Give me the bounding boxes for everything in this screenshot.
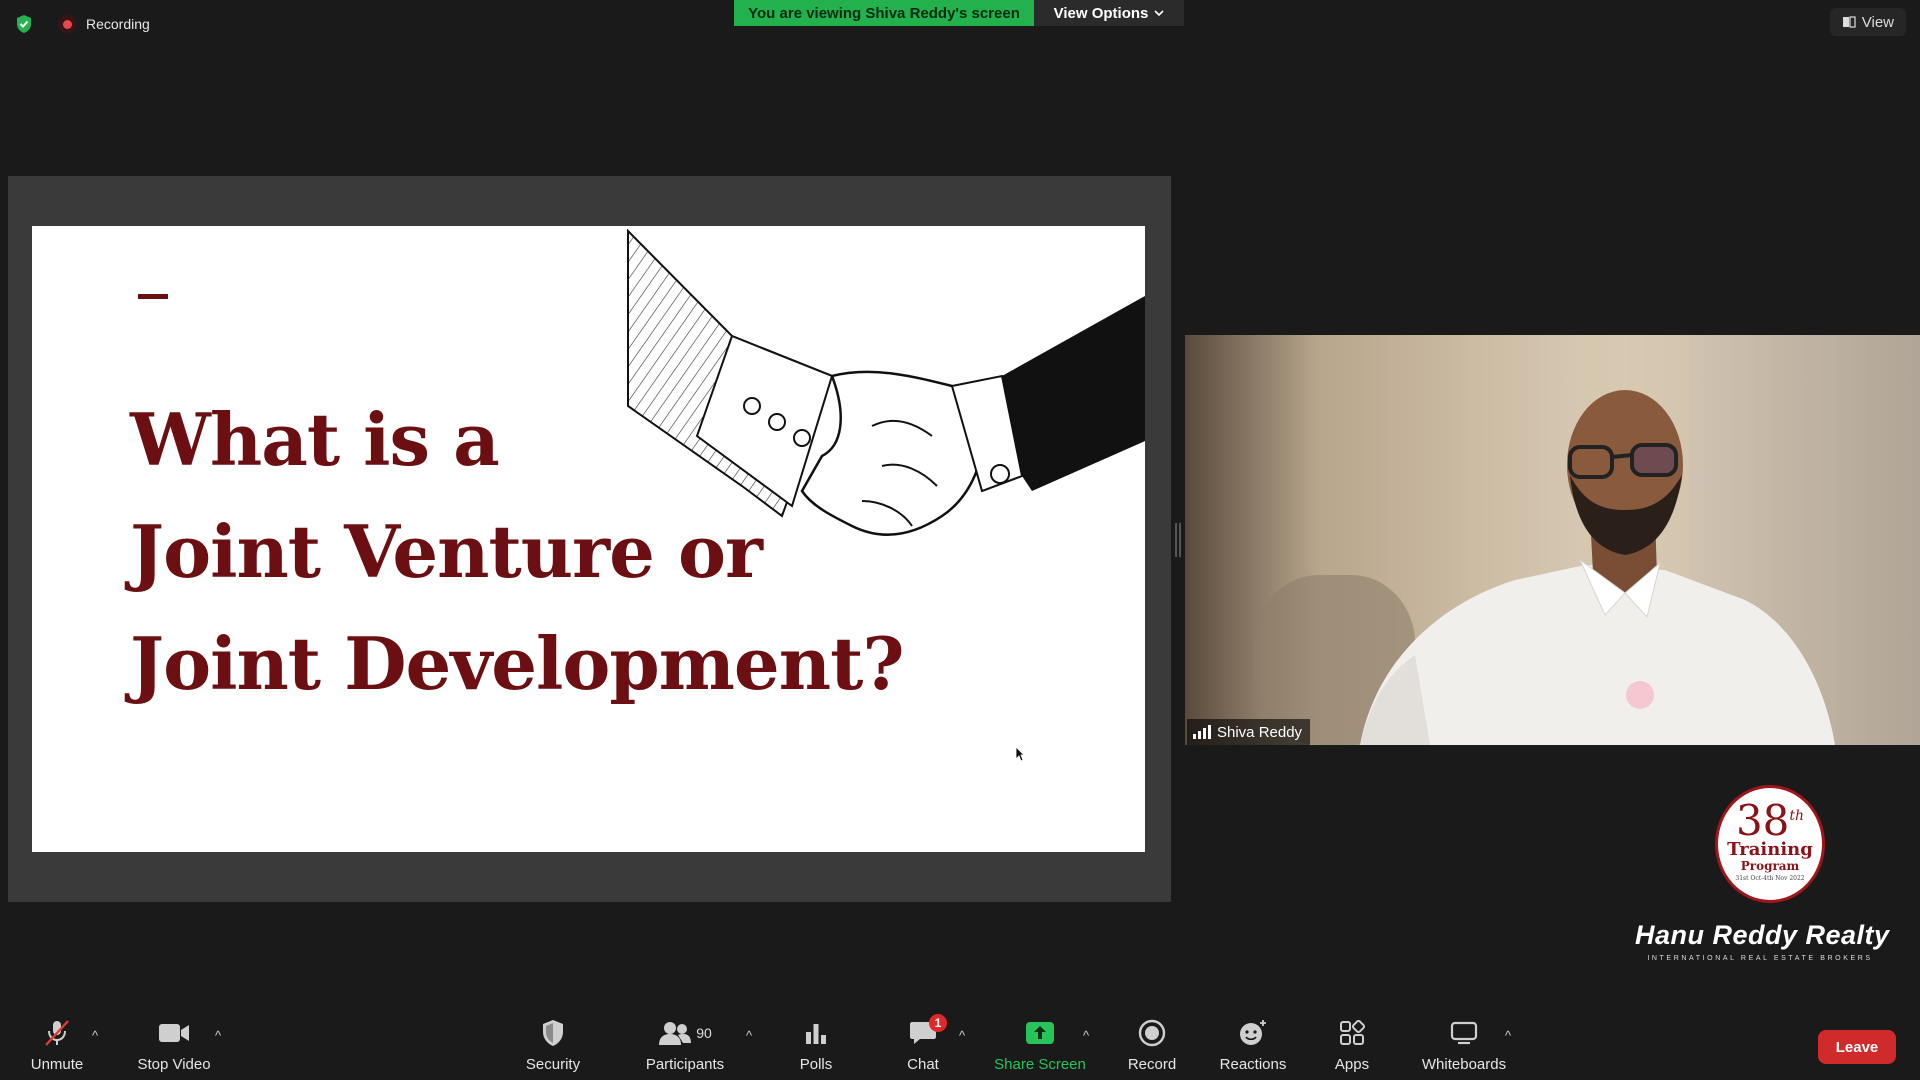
reactions-icon xyxy=(1238,1018,1268,1048)
participant-video[interactable]: Shiva Reddy xyxy=(1185,335,1920,745)
participant-figure xyxy=(1360,390,1835,745)
participants-icon: 90 xyxy=(658,1018,712,1048)
whiteboard-icon xyxy=(1450,1018,1478,1048)
slide-dash xyxy=(138,294,168,299)
slide-title-line-3: Joint Development? xyxy=(130,621,905,706)
stop-video-button[interactable]: Stop Video xyxy=(132,1018,216,1076)
record-label: Record xyxy=(1127,1056,1177,1073)
apps-label: Apps xyxy=(1334,1056,1370,1073)
participants-label: Participants xyxy=(645,1056,725,1073)
record-button[interactable]: Record xyxy=(1126,1018,1178,1076)
chat-button[interactable]: 1 Chat xyxy=(903,1014,947,1076)
view-label: View xyxy=(1861,13,1894,31)
view-options-button[interactable]: View Options xyxy=(1034,0,1184,26)
view-options-label: View Options xyxy=(1053,4,1149,22)
resize-handle[interactable] xyxy=(1175,523,1181,557)
chat-label: Chat xyxy=(907,1056,939,1073)
participants-button[interactable]: 90 Participants xyxy=(640,1018,730,1076)
recording-label[interactable]: Recording xyxy=(86,16,150,32)
reactions-button[interactable]: Reactions xyxy=(1218,1018,1288,1076)
seal-dates: 31st Oct-4th Nov 2022 xyxy=(1735,875,1805,882)
polls-label: Polls xyxy=(799,1056,833,1073)
company-logo: 38th Training Program 31st Oct-4th Nov 2… xyxy=(1635,785,1890,970)
brand-tagline: INTERNATIONAL REAL ESTATE BROKERS xyxy=(1647,955,1873,962)
security-shield-icon xyxy=(541,1018,565,1048)
reactions-label: Reactions xyxy=(1219,1056,1287,1073)
seal-line-1: Training xyxy=(1727,839,1813,860)
whiteboards-options-caret[interactable]: ^ xyxy=(1505,1028,1511,1043)
view-icon xyxy=(1842,16,1856,28)
share-options-caret[interactable]: ^ xyxy=(1083,1028,1089,1043)
unmute-button[interactable]: Unmute xyxy=(22,1018,92,1076)
brand-name: Hanu Reddy Realty xyxy=(1635,920,1890,950)
whiteboards-button[interactable]: Whiteboards xyxy=(1418,1018,1510,1076)
security-label: Security xyxy=(525,1056,581,1073)
apps-icon xyxy=(1339,1018,1365,1048)
chat-options-caret[interactable]: ^ xyxy=(959,1028,965,1043)
share-screen-icon xyxy=(1025,1018,1055,1048)
participants-count: 90 xyxy=(696,1025,712,1041)
camera-icon xyxy=(158,1018,190,1048)
chat-badge: 1 xyxy=(929,1014,947,1032)
training-program-seal: 38th Training Program 31st Oct-4th Nov 2… xyxy=(1715,785,1825,903)
leave-button[interactable]: Leave xyxy=(1818,1030,1896,1064)
polls-button[interactable]: Polls xyxy=(796,1018,836,1076)
participant-name: Shiva Reddy xyxy=(1217,723,1303,741)
mic-muted-icon xyxy=(42,1018,72,1048)
handshake-illustration xyxy=(627,228,1145,536)
audio-options-caret[interactable]: ^ xyxy=(92,1028,98,1043)
participant-name-tag: Shiva Reddy xyxy=(1187,719,1311,745)
stop-video-label: Stop Video xyxy=(137,1056,211,1073)
meeting-toolbar: Unmute ^ Stop Video ^ Security 90 Partic… xyxy=(0,1000,1920,1080)
apps-button[interactable]: Apps xyxy=(1334,1018,1370,1076)
signal-icon xyxy=(1193,725,1211,739)
seal-number: 38th xyxy=(1735,796,1805,845)
participants-options-caret[interactable]: ^ xyxy=(746,1028,752,1043)
polls-icon xyxy=(804,1018,828,1048)
security-button[interactable]: Security xyxy=(520,1018,586,1076)
meeting-status: Recording xyxy=(14,12,150,36)
view-button[interactable]: View xyxy=(1829,8,1906,36)
share-screen-button[interactable]: Share Screen xyxy=(994,1018,1086,1076)
share-screen-label: Share Screen xyxy=(994,1056,1086,1073)
shield-check-icon[interactable] xyxy=(14,13,34,35)
seal-line-2: Program xyxy=(1740,859,1800,873)
video-options-caret[interactable]: ^ xyxy=(215,1028,221,1043)
viewing-screen-banner: You are viewing Shiva Reddy's screen xyxy=(734,0,1034,26)
chat-icon: 1 xyxy=(909,1014,947,1048)
presentation-slide: What is a Joint Venture or Joint Develop… xyxy=(32,226,1145,852)
recording-icon[interactable] xyxy=(58,15,76,33)
whiteboards-label: Whiteboards xyxy=(1421,1056,1507,1073)
unmute-label: Unmute xyxy=(30,1056,84,1073)
shared-screen: What is a Joint Venture or Joint Develop… xyxy=(8,176,1171,902)
chevron-down-icon xyxy=(1154,10,1164,17)
record-icon xyxy=(1138,1018,1166,1048)
cursor-icon xyxy=(1015,746,1025,762)
